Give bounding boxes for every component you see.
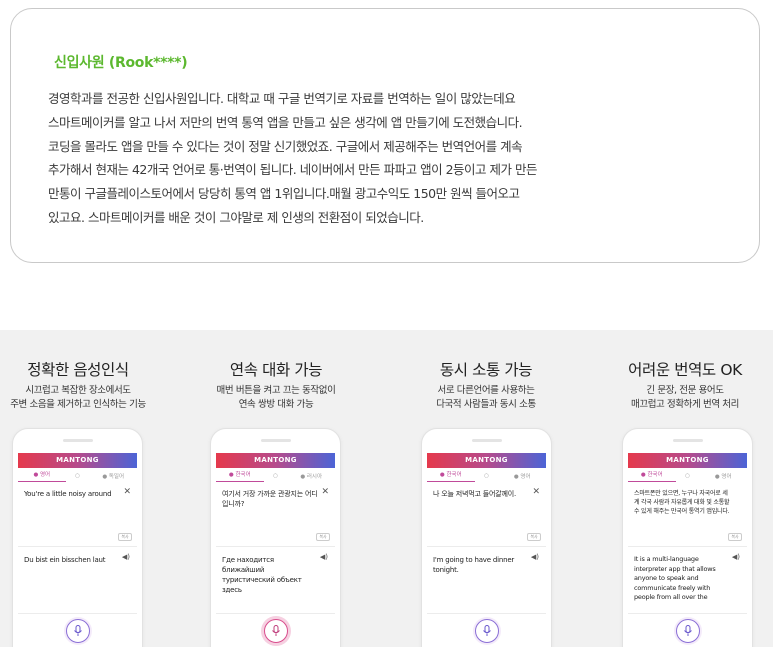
app-title-bar: MANTONG (216, 453, 335, 468)
testimonial-line: 스마트메이커를 알고 나서 저만의 번역 통역 앱을 만들고 싶은 생각에 앱 … (48, 114, 523, 130)
microphone-button[interactable] (675, 619, 700, 643)
feature-title: 동시 소통 가능 (439, 361, 533, 379)
microphone-icon (271, 625, 280, 636)
speaker-icon[interactable]: ◀) (122, 553, 130, 561)
feature-description: 매번 버튼을 켜고 끄는 동작없이 연속 쌍방 대화 가능 (176, 384, 376, 412)
translated-text: I'm going to have dinner tonight. (433, 556, 515, 574)
translated-text: Du bist ein bisschen laut (24, 556, 106, 564)
source-text: 나 오늘 저녁먹고 들어갈께이. (433, 490, 516, 498)
tab-target-language[interactable]: ● 영어 (699, 472, 747, 480)
app-title-bar: MANTONG (427, 453, 546, 468)
app-title-bar: MANTONG (18, 453, 137, 468)
divider (628, 546, 747, 547)
divider (18, 613, 137, 614)
feature-description: 시끄럽고 복잡한 장소에서도 주변 소음을 제거하고 인식하는 기능 (0, 384, 178, 412)
translated-text: It is a multi-language interpreter app t… (634, 555, 716, 601)
source-text: You're a little noisy around (24, 490, 112, 498)
phone-speaker (471, 439, 502, 442)
testimonial-line: 경영학과를 전공한 신입사원입니다. 대학교 때 구글 번역기로 자료를 번역하… (48, 91, 516, 106)
close-icon[interactable]: ✕ (123, 487, 131, 497)
testimonial-line: 만통이 구글플레이스토어에서 당당히 통역 앱 1위입니다.매월 광고수익도 1… (48, 186, 520, 202)
language-tabs: ● 한국어 ○ ● 러시아 (216, 469, 335, 482)
tab-target-language[interactable]: ● 영어 (498, 472, 546, 480)
divider (216, 613, 335, 614)
phone-mockup: MANTONG ● 한국어 ○ ● 영어 스마트폰만 있으면, 누구나 자국어로… (622, 428, 753, 647)
copy-button[interactable]: 복사 (527, 533, 541, 541)
feature-desc-line: 서로 다른언어를 사용하는 (437, 385, 535, 396)
feature-description: 긴 문장, 전문 용어도 매끄럽고 정확하게 번역 처리 (585, 384, 773, 412)
divider (427, 546, 546, 547)
testimonial-body: 경영학과를 전공한 신입사원입니다. 대학교 때 구글 번역기로 자료를 번역하… (48, 87, 568, 230)
speaker-icon[interactable]: ◀) (531, 553, 539, 561)
speaker-icon[interactable]: ◀) (320, 553, 328, 561)
feature-title: 어려운 번역도 OK (628, 361, 742, 379)
testimonial-line: 코딩을 몰라도 앱을 만들 수 있다는 것이 정말 신기했었죠. 구글에서 제공… (48, 138, 523, 154)
tab-source-language[interactable]: ● 한국어 (216, 470, 264, 482)
language-tabs: ● 한국어 ○ ● 영어 (427, 469, 546, 482)
copy-button[interactable]: 복사 (316, 533, 330, 541)
language-tabs: ● 영어 ○ ● 독일어 (18, 469, 137, 482)
phone-speaker (260, 439, 291, 442)
tab-target-language[interactable]: ● 독일어 (89, 472, 137, 480)
feature-desc-line: 다국적 사람들과 동시 소통 (436, 399, 536, 410)
app-title-bar: MANTONG (628, 453, 747, 468)
phone-speaker (62, 439, 93, 442)
tab-source-language[interactable]: ● 한국어 (628, 470, 676, 482)
divider (216, 546, 335, 547)
swap-languages-icon[interactable]: ○ (475, 473, 499, 479)
microphone-button[interactable] (263, 619, 288, 643)
feature-desc-line: 시끄럽고 복잡한 장소에서도 (25, 385, 131, 396)
source-text: 스마트폰만 있으면, 누구나 자국어로 세계 각국 사람과 자유롭게 대화 및 … (634, 490, 730, 515)
feature-section: 정확한 음성인식 시끄럽고 복잡한 장소에서도 주변 소음을 제거하고 인식하는… (0, 330, 773, 647)
speaker-icon[interactable]: ◀) (732, 553, 740, 561)
testimonial-line: 있고요. 스마트메이커를 배운 것이 그야말로 제 인생의 전환점이 되었습니다… (48, 209, 424, 225)
feature-desc-line: 연속 쌍방 대화 가능 (238, 399, 314, 410)
tab-source-language[interactable]: ● 영어 (18, 470, 66, 482)
phone-mockup: MANTONG ● 한국어 ○ ● 러시아 여기서 거장 가까운 관광지는 어디… (210, 428, 341, 647)
feature-description: 서로 다른언어를 사용하는 다국적 사람들과 동시 소통 (386, 384, 586, 412)
microphone-button[interactable] (474, 619, 499, 643)
swap-languages-icon[interactable]: ○ (676, 473, 700, 479)
tab-source-language[interactable]: ● 한국어 (427, 470, 475, 482)
testimonial-card: 신입사원 (Rook****) 경영학과를 전공한 신입사원입니다. 대학교 때… (10, 8, 760, 263)
feature-title: 정확한 음성인식 (27, 361, 129, 379)
microphone-icon (683, 625, 692, 636)
microphone-icon (482, 625, 491, 636)
phone-mockup: MANTONG ● 한국어 ○ ● 영어 나 오늘 저녁먹고 들어갈께이. ✕ … (421, 428, 552, 647)
phone-mockup: MANTONG ● 영어 ○ ● 독일어 You're a little noi… (12, 428, 143, 647)
feature-desc-line: 긴 문장, 전문 용어도 (646, 385, 724, 396)
language-tabs: ● 한국어 ○ ● 영어 (628, 469, 747, 482)
swap-languages-icon[interactable]: ○ (264, 473, 288, 479)
feature-desc-line: 주변 소음을 제거하고 인식하는 기능 (10, 399, 146, 410)
feature-desc-line: 매번 버튼을 켜고 끄는 동작없이 (216, 385, 336, 396)
divider (427, 613, 546, 614)
close-icon[interactable]: ✕ (321, 487, 329, 497)
copy-button[interactable]: 복사 (118, 533, 132, 541)
divider (18, 546, 137, 547)
swap-languages-icon[interactable]: ○ (66, 473, 90, 479)
feature-desc-line: 매끄럽고 정확하게 번역 처리 (631, 399, 739, 410)
testimonial-line: 추가해서 현재는 42개국 언어로 통·번역이 됩니다. 네이버에서 만든 파파… (48, 162, 538, 178)
divider (628, 613, 747, 614)
translated-text: Где находится ближайший туристический об… (222, 556, 302, 594)
close-icon[interactable]: ✕ (532, 487, 540, 497)
microphone-button[interactable] (65, 619, 90, 643)
source-text: 여기서 거장 가까운 관광지는 어디입니까? (222, 490, 318, 508)
copy-button[interactable]: 복사 (728, 533, 742, 541)
feature-title: 연속 대화 가능 (229, 361, 323, 379)
tab-target-language[interactable]: ● 러시아 (287, 472, 335, 480)
testimonial-author: 신입사원 (Rook****) (54, 55, 188, 71)
microphone-icon (73, 625, 82, 636)
phone-speaker (672, 439, 703, 442)
